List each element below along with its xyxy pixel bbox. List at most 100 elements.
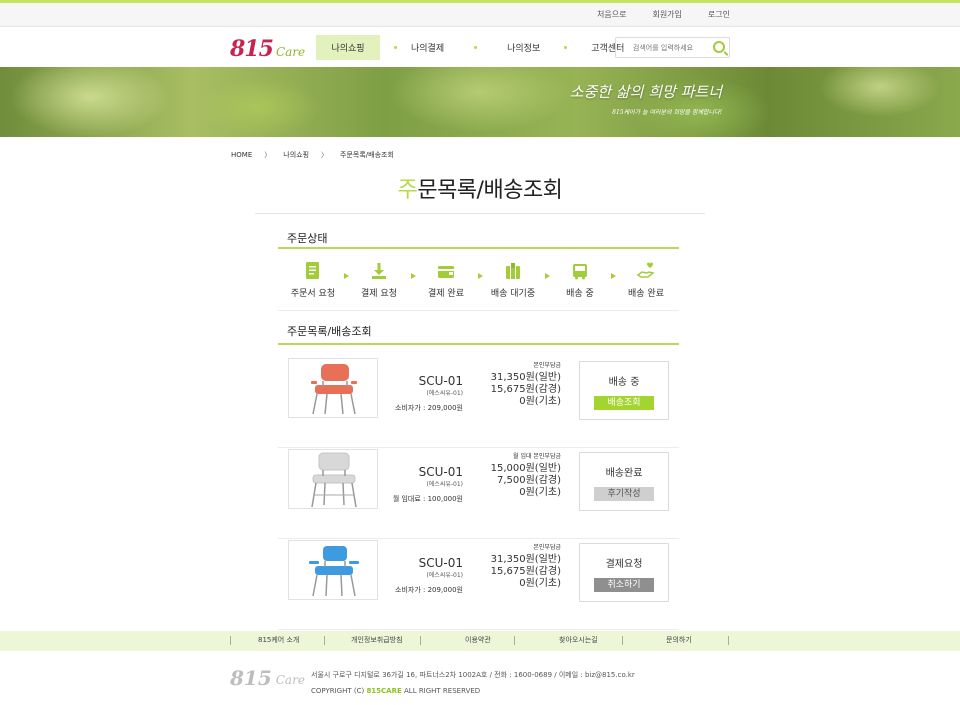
footer-link-directions[interactable]: 찾아오시는길 (559, 635, 598, 645)
order-status-box: 결제요청 취소하기 (579, 543, 669, 602)
footer-logo-number: 815 (230, 666, 272, 690)
copay-reduced: 7,500원(감경) (496, 475, 561, 486)
order-row: SCU-01 (에스씨유-01) 월 임대료 : 100,000원 월 임대 본… (278, 449, 679, 539)
order-status-title: 주문상태 (287, 232, 328, 245)
hand-heart-icon (636, 261, 656, 281)
copay-general: 15,000원(일반) (490, 463, 561, 474)
signup-link[interactable]: 회원가입 (652, 9, 681, 20)
copay-head: 본인부담금 (533, 362, 561, 369)
step-payment-complete: 결제 완료 (411, 261, 481, 299)
product-code[interactable]: SCU-01 (393, 465, 463, 479)
write-review-button[interactable]: 후기작성 (594, 487, 654, 501)
menu-my-shopping[interactable]: 나의쇼핑 (316, 35, 380, 60)
product-info: SCU-01 (에스씨유-01) 소비자가 : 209,000원 (395, 374, 463, 413)
logo-number: 815 (230, 36, 274, 62)
step-label: 결제 완료 (428, 289, 464, 299)
order-status-box: 배송완료 후기작성 (579, 452, 669, 511)
breadcrumb-home[interactable]: HOME (231, 151, 252, 159)
step-label: 결제 요청 (361, 289, 397, 299)
order-status: 배송완료 (605, 468, 643, 479)
footer-link-about[interactable]: 815케어 소개 (258, 635, 299, 645)
footer-link-terms[interactable]: 이용약관 (465, 635, 491, 645)
track-delivery-button[interactable]: 배송조회 (594, 396, 654, 410)
product-image[interactable] (288, 449, 378, 509)
product-code[interactable]: SCU-01 (395, 374, 463, 388)
chevron-right-icon: 〉 (321, 151, 329, 159)
cancel-order-button[interactable]: 취소하기 (594, 578, 654, 592)
utility-bar: 처음으로 회원가입 로그인 (0, 3, 960, 27)
menu-my-payment[interactable]: 나의결제 (411, 35, 444, 60)
footer-info: 서울시 구로구 디지털로 36가길 16, 파트너스2차 1002A호 / 전화… (311, 667, 635, 699)
product-code-korean: (에스씨유-01) (426, 572, 463, 579)
product-code-korean: (에스씨유-01) (426, 481, 463, 488)
product-code[interactable]: SCU-01 (395, 556, 463, 570)
login-link[interactable]: 로그인 (708, 9, 730, 20)
menu-dot (474, 46, 478, 49)
order-status-box: 배송 중 배송조회 (579, 361, 669, 420)
order-row: SCU-01 (에스씨유-01) 소비자가 : 209,000원 본인부담금 3… (278, 358, 679, 448)
copyright-brand: 815CARE (366, 687, 402, 695)
search-input[interactable] (618, 40, 708, 55)
copay-info: 월 임대 본인부담금 15,000원(일반) 7,500원(감경) 0원(기초) (491, 453, 561, 499)
copay-head: 본인부담금 (533, 544, 561, 551)
step-delivery-complete: 배송 완료 (611, 261, 681, 299)
chevron-right-icon: 〉 (264, 151, 272, 159)
product-code-korean: (에스씨유-01) (426, 390, 463, 397)
copay-info: 본인부담금 31,350원(일반) 15,675원(감경) 0원(기초) (491, 362, 561, 408)
footer-divider (324, 636, 325, 645)
banner-slogan: 소중한 삶의 희망 파트너 (569, 83, 722, 101)
wallet-icon (436, 261, 456, 281)
steps-divider (278, 310, 679, 311)
home-link[interactable]: 처음으로 (597, 9, 626, 20)
document-icon (303, 261, 323, 281)
search-icon[interactable] (713, 41, 725, 53)
breadcrumb-my-shopping[interactable]: 나의쇼핑 (283, 150, 309, 160)
footer-divider (514, 636, 515, 645)
footer-divider (420, 636, 421, 645)
step-waiting-delivery: 배송 대기중 (478, 261, 548, 299)
order-status: 배송 중 (608, 377, 640, 388)
page-title-first: 주 (397, 178, 418, 203)
footer-logo: 815 Care (230, 668, 305, 688)
site-logo[interactable]: 815 Care (230, 34, 305, 60)
footer-logo-care: Care (275, 673, 305, 687)
page-title-rest: 문목록/배송조회 (417, 178, 563, 203)
product-info: SCU-01 (에스씨유-01) 소비자가 : 209,000원 (395, 556, 463, 595)
copay-reduced: 15,675원(감경) (490, 566, 561, 577)
copay-basic: 0원(기초) (519, 396, 561, 407)
footer-divider (728, 636, 729, 645)
footer-link-privacy[interactable]: 개인정보취급방침 (351, 635, 403, 645)
menu-my-info[interactable]: 나의정보 (507, 35, 540, 60)
product-image[interactable] (288, 540, 378, 600)
menu-dot (564, 46, 568, 49)
box-icon (503, 261, 523, 281)
step-order-request: 주문서 요청 (278, 261, 348, 299)
main-nav: 815 Care 나의쇼핑 나의결제 나의정보 고객센터 (0, 27, 960, 67)
step-in-delivery: 배송 중 (545, 261, 615, 299)
copyright-prefix: COPYRIGHT (C) (311, 687, 367, 695)
download-icon (369, 261, 389, 281)
step-payment-request: 결제 요청 (344, 261, 414, 299)
copay-basic: 0원(기초) (519, 487, 561, 498)
bus-icon (570, 261, 590, 281)
shower-chair-image (309, 546, 359, 597)
footer-copyright: COPYRIGHT (C) 815CARE ALL RIGHT RESERVED (311, 683, 635, 699)
step-label: 배송 완료 (628, 289, 664, 299)
product-price: 소비자가 : 209,000원 (395, 404, 463, 412)
hero-banner: 소중한 삶의 희망 파트너 815케어가 늘 여러분의 희망을 함께합니다! (0, 67, 960, 137)
copay-info: 본인부담금 31,350원(일반) 15,675원(감경) 0원(기초) (491, 544, 561, 590)
search-box (615, 37, 730, 58)
copay-general: 31,350원(일반) (490, 372, 561, 383)
footer-link-contact[interactable]: 문의하기 (666, 635, 692, 645)
title-divider (255, 213, 705, 214)
copay-general: 31,350원(일반) (490, 554, 561, 565)
footer-divider (622, 636, 623, 645)
product-info: SCU-01 (에스씨유-01) 월 임대료 : 100,000원 (393, 465, 463, 504)
copyright-suffix: ALL RIGHT RESERVED (401, 687, 481, 695)
shower-chair-image (311, 364, 357, 415)
product-image[interactable] (288, 358, 378, 418)
copay-reduced: 15,675원(감경) (490, 384, 561, 395)
product-price: 월 임대료 : 100,000원 (392, 495, 463, 503)
breadcrumb: HOME 〉 나의쇼핑 〉 주문목록/배송조회 (231, 150, 394, 160)
footer-divider (230, 636, 231, 645)
